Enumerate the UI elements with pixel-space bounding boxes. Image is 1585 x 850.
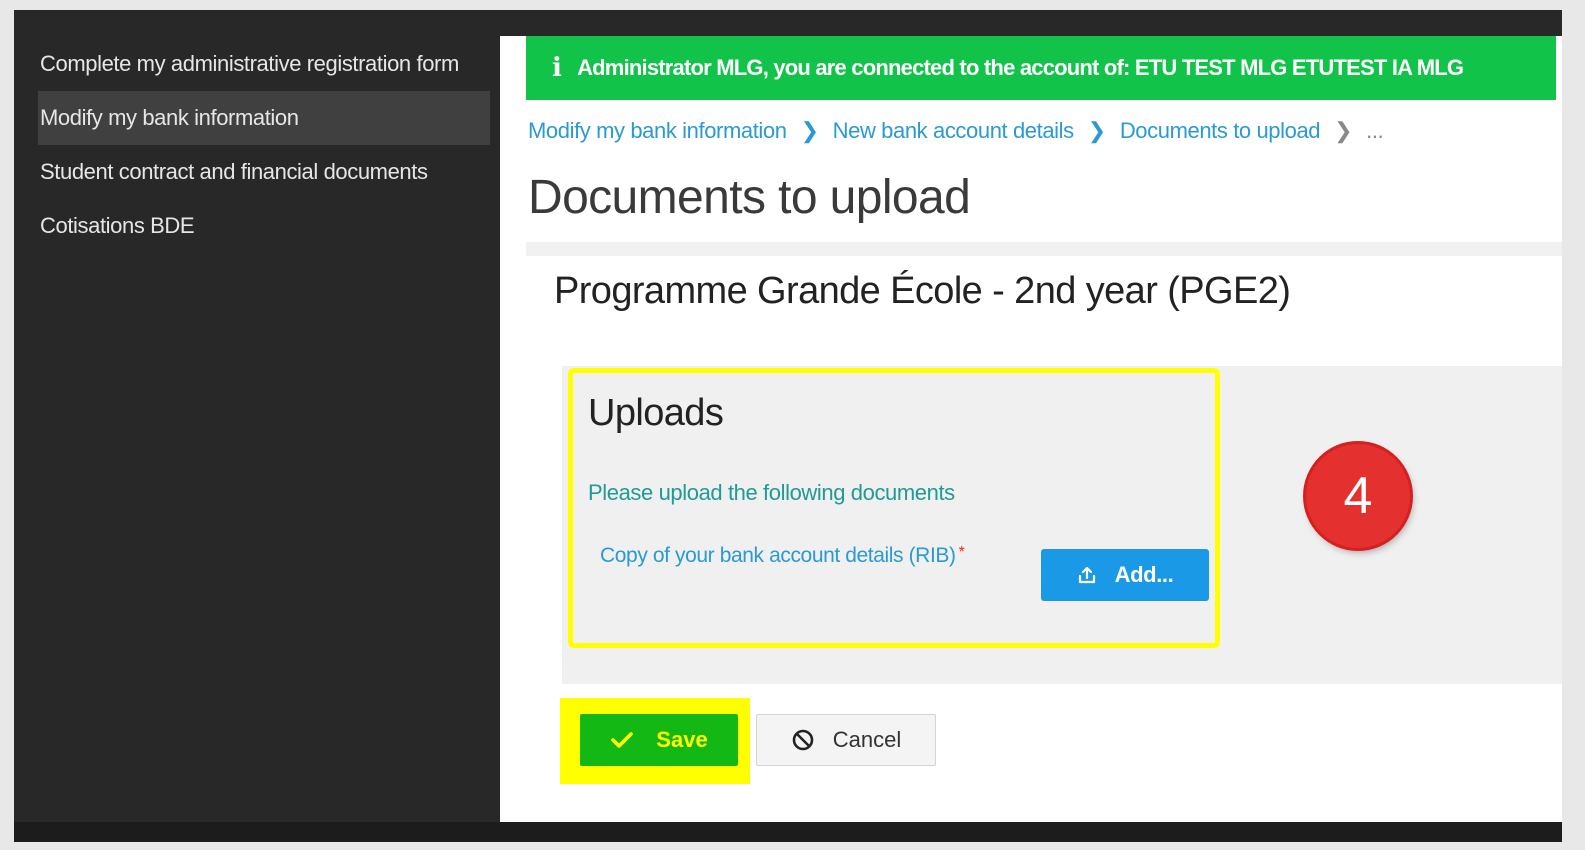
main-panel: i Administrator MLG, you are connected t… xyxy=(500,36,1562,824)
sidebar-item-student-contract[interactable]: Student contract and financial documents xyxy=(14,145,490,199)
sidebar-item-label: Student contract and financial documents xyxy=(40,159,428,184)
breadcrumb-item-new-bank-account[interactable]: New bank account details xyxy=(833,118,1075,144)
footer-strip xyxy=(14,822,1562,842)
sidebar-item-label: Modify my bank information xyxy=(40,105,299,130)
add-button-label: Add... xyxy=(1114,562,1174,587)
chevron-right-icon: ❯ xyxy=(1334,118,1353,143)
uploads-title: Uploads xyxy=(588,392,724,434)
cancel-button-label: Cancel xyxy=(832,727,902,752)
sidebar-item-label: Cotisations BDE xyxy=(40,213,195,238)
save-button[interactable]: Save xyxy=(580,714,738,766)
programme-title: Programme Grande École - 2nd year (PGE2) xyxy=(554,270,1291,312)
document-label-text: Copy of your bank account details (RIB) xyxy=(600,544,956,567)
info-icon: i xyxy=(552,53,562,83)
sidebar-item-bank-information[interactable]: Modify my bank information xyxy=(38,91,490,145)
chevron-right-icon: ❯ xyxy=(1087,118,1106,143)
section-divider xyxy=(526,242,1562,256)
step-badge: 4 xyxy=(1306,444,1410,548)
required-marker: * xyxy=(958,544,965,561)
breadcrumb-item-bank-information[interactable]: Modify my bank information xyxy=(528,118,787,144)
upload-icon xyxy=(1078,566,1095,584)
admin-banner: i Administrator MLG, you are connected t… xyxy=(526,36,1556,100)
sidebar-item-cotisations-bde[interactable]: Cotisations BDE xyxy=(14,199,490,253)
add-document-button[interactable]: Add... xyxy=(1041,549,1209,601)
cancel-icon xyxy=(792,729,814,751)
breadcrumb-more[interactable]: ... xyxy=(1366,118,1384,144)
save-button-label: Save xyxy=(656,727,708,752)
breadcrumb-item-documents-to-upload[interactable]: Documents to upload xyxy=(1120,118,1321,144)
document-label: Copy of your bank account details (RIB) * xyxy=(600,544,965,568)
check-icon xyxy=(611,732,634,748)
sidebar-item-label: Complete my administrative registration … xyxy=(40,51,459,76)
app-frame: Complete my administrative registration … xyxy=(14,10,1562,842)
page-title: Documents to upload xyxy=(528,171,971,224)
chevron-right-icon: ❯ xyxy=(800,118,819,143)
cancel-button[interactable]: Cancel xyxy=(756,714,936,766)
sidebar-item-registration-form[interactable]: Complete my administrative registration … xyxy=(14,40,490,91)
uploads-subtitle: Please upload the following documents xyxy=(588,480,955,505)
breadcrumb: Modify my bank information ❯ New bank ac… xyxy=(528,118,1384,144)
banner-text: Administrator MLG, you are connected to … xyxy=(577,55,1464,80)
sidebar: Complete my administrative registration … xyxy=(14,40,490,253)
